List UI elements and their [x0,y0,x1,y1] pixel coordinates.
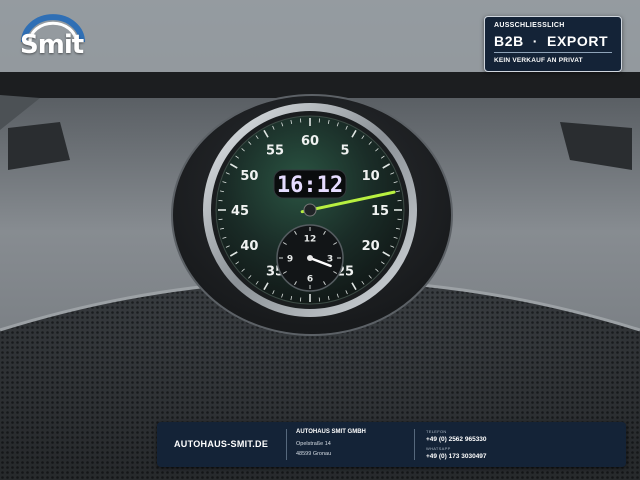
stopwatch-numeral: 55 [266,143,284,158]
stopwatch-numeral: 40 [240,239,258,254]
dealer-footer-banner: AUTOHAUS-SMIT.DE AUTOHAUS SMIT GMBH Opel… [157,422,626,467]
digital-time-display: 16:12 [277,173,343,198]
company-name: AUTOHAUS SMIT GMBH [296,429,366,435]
badge-top-text: AUSSCHLIESSLICH [494,22,565,29]
logo-text: Smit [20,30,84,60]
stopwatch-center [303,203,317,217]
phone-label: TELEFON [426,429,447,434]
stopwatch-numeral: 20 [362,239,380,254]
b2b-export-badge: AUSSCHLIESSLICH B2B · EXPORT KEIN VERKAU… [484,16,622,72]
stopwatch-numeral: 45 [231,204,249,219]
footer-divider [414,429,415,460]
stopwatch-numeral: 10 [362,169,380,184]
badge-bottom-text: KEIN VERKAUF AN PRIVAT [494,57,583,64]
website-text: AUTOHAUS-SMIT.DE [174,439,269,449]
phone-number: +49 (0) 2562 965330 [426,436,487,443]
subdial-numeral: 3 [327,255,333,265]
subdial-numeral: 6 [307,275,313,285]
subdial-numeral: 12 [304,235,317,245]
stopwatch-numeral: 60 [301,134,319,149]
stopwatch-numeral: 15 [371,204,389,219]
whatsapp-number: +49 (0) 173 3030497 [426,453,487,460]
whatsapp-label: WHATSAPP [426,446,451,451]
company-street: Opelstraße 14 [296,441,331,447]
dashboard-photo: 605101520253540455055 16:12 12369 [0,0,640,480]
badge-divider [494,52,612,53]
subdial-center [307,255,313,261]
stopwatch-numeral: 50 [240,169,258,184]
footer-divider [286,429,287,460]
badge-main-text: B2B · EXPORT [494,33,609,49]
company-city: 48599 Gronau [296,451,332,457]
stopwatch-numeral: 5 [340,143,349,158]
subdial-numeral: 9 [287,255,293,265]
